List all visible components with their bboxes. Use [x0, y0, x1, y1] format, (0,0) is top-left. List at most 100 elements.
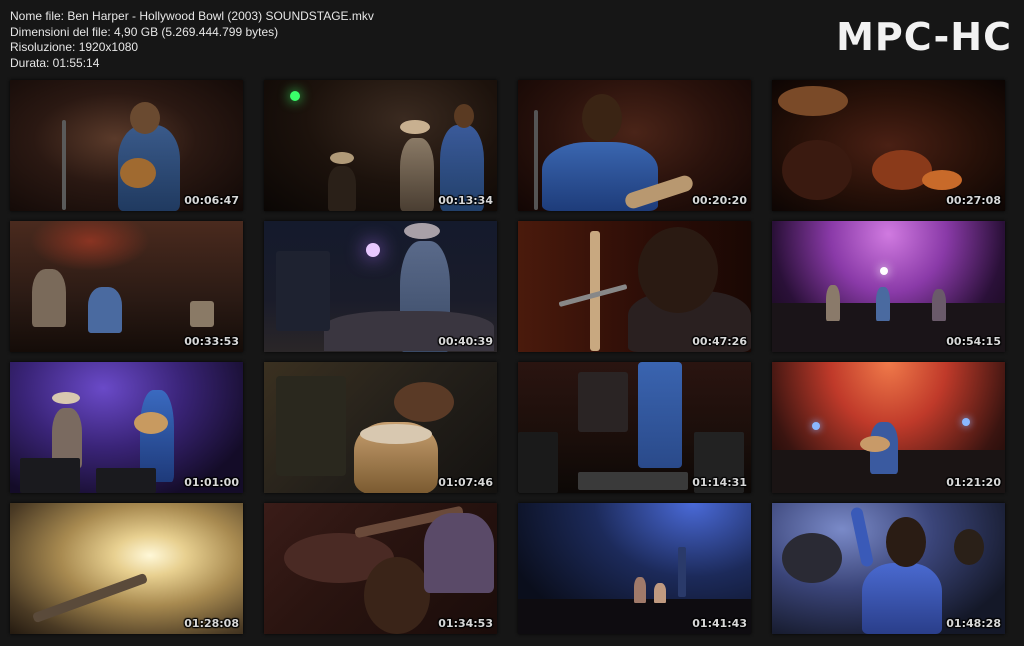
timestamp-label: 01:28:08 [184, 617, 239, 630]
guitar-shape [860, 436, 890, 452]
thumbnail[interactable]: 00:20:20 [518, 80, 751, 211]
speaker [276, 251, 330, 331]
performer-figure [634, 577, 646, 603]
timestamp-label: 00:33:53 [184, 335, 239, 348]
stage-light [812, 422, 820, 430]
timestamp-label: 01:07:46 [438, 476, 493, 489]
hand [394, 382, 454, 422]
raised-arm [849, 506, 875, 568]
performer-figure [32, 269, 66, 327]
timestamp-label: 00:54:15 [946, 335, 1001, 348]
microphone-stand [62, 120, 66, 210]
file-info-block: Nome file: Ben Harper - Hollywood Bowl (… [10, 9, 374, 71]
thumbnail[interactable]: 00:27:08 [772, 80, 1005, 211]
thumbnail[interactable]: 01:28:08 [10, 503, 243, 634]
video-frame [518, 503, 751, 634]
video-frame [264, 221, 497, 352]
timestamp-label: 00:40:39 [438, 335, 493, 348]
thumbnail[interactable]: 00:06:47 [10, 80, 243, 211]
performer-head [638, 227, 718, 313]
performer-head [130, 102, 160, 134]
timestamp-label: 01:14:31 [692, 476, 747, 489]
pedalboard [578, 472, 688, 490]
video-frame [10, 503, 243, 634]
video-frame [772, 80, 1005, 211]
performer-figure [862, 563, 942, 634]
timestamp-label: 00:06:47 [184, 194, 239, 207]
speaker [96, 468, 156, 493]
performer-figure [826, 285, 840, 321]
performer-head [364, 557, 430, 634]
performer-figure [654, 583, 666, 603]
timestamp-label: 01:01:00 [184, 476, 239, 489]
timestamp-label: 01:48:28 [946, 617, 1001, 630]
performer-legs [638, 362, 682, 468]
thumbnail[interactable]: 01:48:28 [772, 503, 1005, 634]
video-frame [772, 503, 1005, 634]
thumbnail[interactable]: 00:33:53 [10, 221, 243, 352]
hat [330, 152, 354, 164]
drum-kit [782, 140, 852, 200]
microphone-stand [534, 110, 538, 210]
video-frame [518, 221, 751, 352]
video-frame [264, 80, 497, 211]
instrument-silhouette [31, 572, 149, 624]
hat [404, 223, 440, 239]
stage-light-glow [30, 221, 150, 271]
thumbnail[interactable]: 00:40:39 [264, 221, 497, 352]
video-frame [10, 362, 243, 493]
performer-head [582, 94, 622, 142]
stage-light [962, 418, 970, 426]
video-frame [772, 221, 1005, 352]
thumbnail[interactable]: 01:01:00 [10, 362, 243, 493]
duration-line: Durata: 01:55:14 [10, 55, 100, 70]
timestamp-label: 01:21:20 [946, 476, 1001, 489]
band-member-head [954, 529, 984, 565]
thumbnail[interactable]: 01:21:20 [772, 362, 1005, 493]
timestamp-label: 01:34:53 [438, 617, 493, 630]
cymbal [778, 86, 848, 116]
video-frame [10, 221, 243, 352]
light-rig [678, 547, 686, 597]
file-name-line: Nome file: Ben Harper - Hollywood Bowl (… [10, 9, 374, 23]
thumbnail[interactable]: 01:41:43 [518, 503, 751, 634]
thumbnail[interactable]: 01:34:53 [264, 503, 497, 634]
performer-figure [932, 289, 946, 321]
thumbnail[interactable]: 00:54:15 [772, 221, 1005, 352]
drum-kit [782, 533, 842, 583]
timestamp-label: 00:13:34 [438, 194, 493, 207]
amplifier [276, 376, 346, 476]
hat [52, 392, 80, 404]
video-frame [264, 362, 497, 493]
file-size-line: Dimensioni del file: 4,90 GB (5.269.444.… [10, 24, 279, 39]
speaker [20, 458, 80, 493]
video-frame [264, 503, 497, 634]
performer-figure [424, 513, 494, 593]
timestamp-label: 00:27:08 [946, 194, 1001, 207]
performer-head [454, 104, 474, 128]
hat [400, 120, 430, 134]
stage-light [880, 267, 888, 275]
timestamp-label: 00:47:26 [692, 335, 747, 348]
stage-light [366, 243, 380, 257]
stage-light [290, 91, 300, 101]
performer-figure [876, 287, 890, 321]
performer-figure [88, 287, 122, 333]
performer-head [886, 517, 926, 567]
guitar-shape [134, 412, 168, 434]
timestamp-label: 01:41:43 [692, 617, 747, 630]
video-frame [10, 80, 243, 211]
resolution-line: Risoluzione: 1920x1080 [10, 40, 139, 54]
mpc-hc-logo-text: MPC-HC [836, 15, 1012, 59]
video-frame [518, 80, 751, 211]
amplifier [190, 301, 214, 327]
thumbnail[interactable]: 01:14:31 [518, 362, 751, 493]
thumbnail[interactable]: 00:47:26 [518, 221, 751, 352]
speaker [518, 432, 558, 493]
guitar-shape [120, 158, 156, 188]
thumbnail[interactable]: 01:07:46 [264, 362, 497, 493]
thumbnail[interactable]: 00:13:34 [264, 80, 497, 211]
performer-figure [400, 138, 434, 211]
drum-head [360, 424, 432, 444]
video-frame [772, 362, 1005, 493]
